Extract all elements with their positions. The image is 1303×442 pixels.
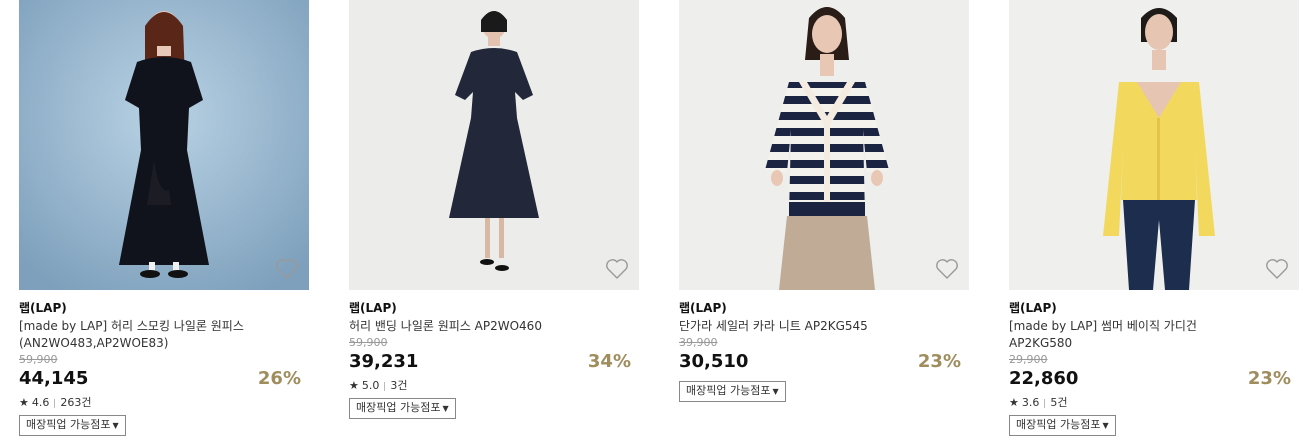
store-pickup-label: 매장픽업 가능점포: [26, 418, 111, 431]
heart-outline-icon[interactable]: [1265, 258, 1289, 280]
brand-name[interactable]: 랩(LAP): [1009, 300, 1301, 316]
store-pickup-button[interactable]: 매장픽업 가능점포 ▼: [679, 381, 786, 402]
sale-price: 39,231: [349, 351, 419, 372]
store-pickup-label: 매장픽업 가능점포: [1016, 418, 1101, 431]
caret-down-icon: ▼: [1102, 421, 1109, 430]
product-name[interactable]: [made by LAP] 허리 스모킹 나일론 원피스 (AN2WO483,A…: [19, 318, 289, 352]
rating-row: ★ 5.0 3건: [349, 379, 641, 393]
original-price: 29,900: [1009, 353, 1048, 366]
store-pickup-label: 매장픽업 가능점포: [356, 401, 441, 414]
star-icon: ★: [1009, 396, 1019, 409]
rating-row: ★ 4.6 263건: [19, 396, 311, 410]
heart-outline-icon[interactable]: [275, 258, 299, 280]
heart-outline-icon[interactable]: [605, 258, 629, 280]
store-pickup-button[interactable]: 매장픽업 가능점포 ▼: [19, 415, 126, 436]
caret-down-icon: ▼: [112, 421, 119, 430]
brand-name[interactable]: 랩(LAP): [349, 300, 641, 316]
sale-price: 44,145: [19, 368, 89, 389]
product-name[interactable]: 허리 밴딩 나일론 원피스 AP2WO460: [349, 318, 619, 335]
brand-name[interactable]: 랩(LAP): [679, 300, 971, 316]
store-pickup-button[interactable]: 매장픽업 가능점포 ▼: [349, 398, 456, 419]
rating-row: ★ 3.6 5건: [1009, 396, 1301, 410]
review-count: 263건: [60, 396, 92, 409]
star-icon: ★: [19, 396, 29, 409]
original-price: 59,900: [19, 353, 58, 366]
product-image[interactable]: [679, 0, 969, 290]
rating-value: 5.0: [361, 379, 380, 392]
review-count: 5건: [1050, 396, 1068, 409]
original-price: 39,900: [679, 336, 718, 349]
original-price: 59,900: [349, 336, 388, 349]
store-pickup-label: 매장픽업 가능점포: [686, 384, 771, 397]
sale-price: 30,510: [679, 351, 749, 372]
review-count: 3건: [390, 379, 408, 392]
discount-rate: 23%: [917, 351, 961, 372]
brand-name[interactable]: 랩(LAP): [19, 300, 311, 316]
divider: [1044, 398, 1046, 408]
caret-down-icon: ▼: [772, 387, 779, 396]
discount-rate: 26%: [257, 368, 301, 389]
product-image[interactable]: [349, 0, 639, 290]
store-pickup-button[interactable]: 매장픽업 가능점포 ▼: [1009, 415, 1116, 436]
product-image[interactable]: [1009, 0, 1299, 290]
product-card[interactable]: 랩(LAP) [made by LAP] 허리 스모킹 나일론 원피스 (AN2…: [19, 0, 311, 436]
discount-rate: 34%: [587, 351, 631, 372]
sale-price: 22,860: [1009, 368, 1079, 389]
heart-outline-icon[interactable]: [935, 258, 959, 280]
product-name[interactable]: 단가라 세일러 카라 니트 AP2KG545: [679, 318, 949, 335]
product-image[interactable]: [19, 0, 309, 290]
product-name[interactable]: [made by LAP] 썸머 베이직 가디건 AP2KG580: [1009, 318, 1229, 352]
product-card[interactable]: 랩(LAP) 단가라 세일러 카라 니트 AP2KG545 39,900 30,…: [679, 0, 971, 402]
discount-rate: 23%: [1247, 368, 1291, 389]
product-card[interactable]: 랩(LAP) 허리 밴딩 나일론 원피스 AP2WO460 59,900 39,…: [349, 0, 641, 419]
divider: [384, 381, 386, 391]
caret-down-icon: ▼: [442, 404, 449, 413]
star-icon: ★: [349, 379, 359, 392]
rating-value: 4.6: [31, 396, 50, 409]
divider: [54, 398, 56, 408]
product-card[interactable]: 랩(LAP) [made by LAP] 썸머 베이직 가디건 AP2KG580…: [1009, 0, 1301, 436]
rating-value: 3.6: [1021, 396, 1040, 409]
